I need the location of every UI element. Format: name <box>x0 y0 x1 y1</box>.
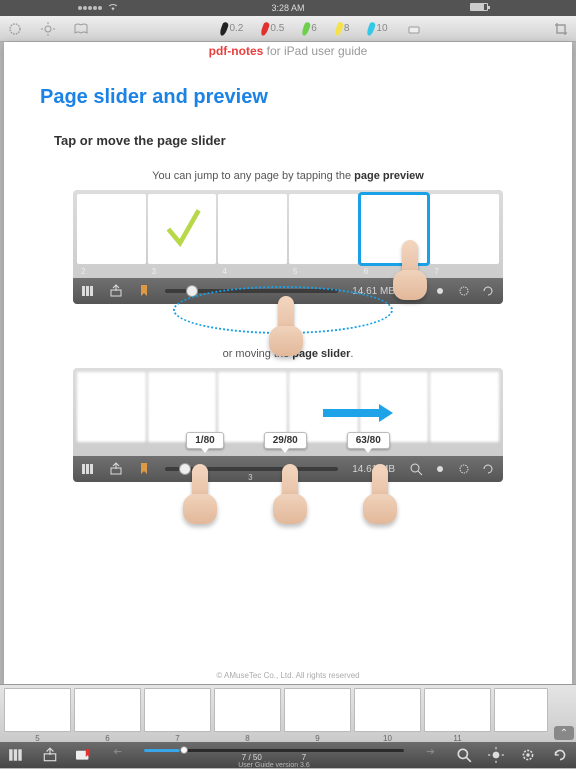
search-icon[interactable] <box>456 748 472 762</box>
doc-copyright: © AMuseTec Co., Ltd. All rights reserved <box>4 671 572 680</box>
doc-header: pdf-notes for iPad user guide <box>40 44 536 58</box>
illus-bottom-bar: 3 14.61 MB <box>73 456 503 482</box>
illus-filesize: 14.61 MB <box>352 464 395 475</box>
page-marker: 1/80 <box>186 432 223 449</box>
pen-black-tool[interactable]: 0.2 <box>221 22 243 36</box>
library-icon <box>81 462 95 476</box>
preview-thumb: 4 <box>218 194 287 264</box>
gear-icon[interactable] <box>520 748 536 762</box>
caption-slider: or moving the page slider. <box>40 348 536 360</box>
strip-thumb[interactable]: 7 <box>144 688 211 732</box>
undo-icon[interactable] <box>110 748 126 762</box>
bookmark-ribbon-icon[interactable] <box>76 748 92 762</box>
settings-wheel-icon[interactable] <box>8 22 22 36</box>
strip-thumb[interactable]: 6 <box>74 688 141 732</box>
ios-status-bar: 3:28 AM <box>0 0 576 16</box>
gesture-ellipse <box>173 286 393 334</box>
illus-slider: 3 <box>165 467 338 471</box>
highlighter-cyan-tool[interactable]: 10 <box>368 22 387 36</box>
share-icon <box>109 284 123 298</box>
strip-thumb[interactable]: 8 <box>214 688 281 732</box>
document-page: pdf-notes for iPad user guide Page slide… <box>4 42 572 684</box>
page-thumbnail-strip[interactable]: 5 6 7 8 9 10 11 ⌃ <box>0 684 576 742</box>
preview-thumb: 3 <box>148 194 217 264</box>
preview-thumb: 2 <box>77 194 146 264</box>
library-icon <box>81 284 95 298</box>
bookmark-ribbon-icon <box>137 284 151 298</box>
crop-icon[interactable] <box>554 22 568 36</box>
refresh-icon <box>481 284 495 298</box>
page-markers: 1/80 29/80 63/80 <box>73 432 503 449</box>
strip-thumb[interactable]: 11 <box>424 688 491 732</box>
search-icon <box>409 462 423 476</box>
battery-icon <box>470 3 488 11</box>
brightness-icon[interactable] <box>488 748 504 762</box>
page-counter: 7 / 50 <box>242 753 262 762</box>
strip-thumb[interactable] <box>494 688 548 732</box>
gear-icon <box>457 284 471 298</box>
sun-icon[interactable] <box>41 22 55 36</box>
app-top-toolbar: 0.2 0.5 6 8 10 <box>0 16 576 42</box>
highlighter-green-tool[interactable]: 6 <box>303 22 317 36</box>
status-time: 3:28 AM <box>271 3 304 13</box>
refresh-icon <box>481 462 495 476</box>
page-total: 7 <box>302 753 306 762</box>
highlighter-yellow-tool[interactable]: 8 <box>336 22 350 36</box>
page-marker: 63/80 <box>347 432 390 449</box>
gear-icon <box>457 462 471 476</box>
bookmark-ribbon-icon <box>137 462 151 476</box>
illustration-page-preview: 2 3 4 5 6 7 14.61 MB <box>73 190 503 304</box>
eraser-icon[interactable] <box>407 22 421 36</box>
signal-dots-icon <box>78 6 102 10</box>
refresh-icon[interactable] <box>552 748 568 762</box>
pen-red-tool[interactable]: 0.5 <box>262 22 284 36</box>
preview-thumb-selected: 6 <box>360 194 429 264</box>
strip-thumb[interactable]: 5 <box>4 688 71 732</box>
brightness-icon <box>433 462 447 476</box>
preview-thumbs: 2 3 4 5 6 7 <box>73 190 503 278</box>
share-icon[interactable] <box>42 748 58 762</box>
share-icon <box>109 462 123 476</box>
arrow-right-icon <box>323 404 393 422</box>
section-subtitle: Tap or move the page slider <box>54 133 536 148</box>
caption-preview: You can jump to any page by tapping the … <box>40 170 536 182</box>
strip-thumb[interactable]: 10 <box>354 688 421 732</box>
app-bottom-toolbar: 7 / 507 User Guide version 3.6 <box>0 742 576 768</box>
page-slider[interactable]: 7 / 507 User Guide version 3.6 <box>144 742 404 768</box>
preview-thumb: 7 <box>430 194 499 264</box>
page-title: Page slider and preview <box>40 86 536 109</box>
illustration-page-slider: 1/80 29/80 63/80 3 14.61 MB <box>73 368 503 482</box>
search-icon <box>409 284 423 298</box>
page-marker: 29/80 <box>264 432 307 449</box>
expand-strip-button[interactable]: ⌃ <box>554 726 574 740</box>
strip-thumb[interactable]: 9 <box>284 688 351 732</box>
preview-thumb: 5 <box>289 194 358 264</box>
redo-icon[interactable] <box>422 748 438 762</box>
wifi-icon <box>108 3 118 13</box>
library-icon[interactable] <box>8 748 24 762</box>
book-icon[interactable] <box>74 22 88 36</box>
brightness-icon <box>433 284 447 298</box>
